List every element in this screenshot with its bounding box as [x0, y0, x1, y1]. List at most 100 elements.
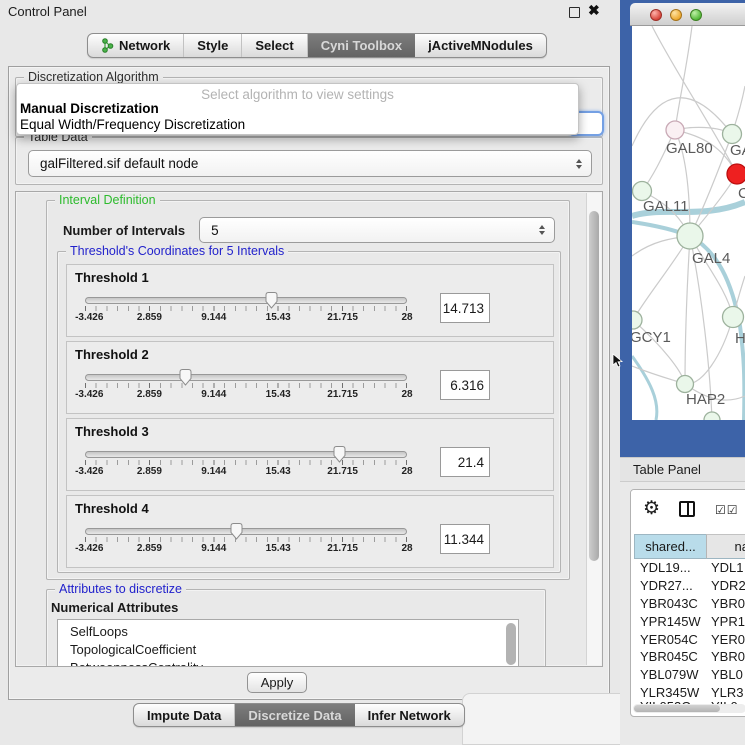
control-panel-window: Control Panel ✖ Network Style Select Cyn…	[0, 0, 618, 745]
list-item[interactable]: TopologicalCoefficient	[70, 641, 518, 659]
node-right[interactable]	[723, 307, 744, 328]
tab-impute-data[interactable]: Impute Data	[134, 704, 235, 726]
threshold-3-value-field[interactable]: 21.4	[440, 447, 490, 477]
tick-label: 15.43	[266, 389, 291, 400]
tick-label: 15.43	[266, 312, 291, 323]
close-icon[interactable]: ✖	[588, 2, 600, 19]
cell-shared-name[interactable]: YPR145W	[634, 614, 706, 629]
threshold-3-panel: Threshold 3 -3.426 2.859 9.144 1	[66, 418, 554, 491]
tab-network[interactable]: Network	[88, 34, 184, 57]
table-row[interactable]: YER054CYER0	[634, 630, 745, 648]
node-label-partial-c: C	[738, 185, 745, 202]
tab-cyni-toolbox[interactable]: Cyni Toolbox	[308, 34, 415, 57]
tab-label: Discretize Data	[248, 708, 341, 723]
node-selected-red[interactable]	[727, 164, 745, 184]
cell-name[interactable]: YBR0	[706, 596, 745, 611]
slider-thumb[interactable]	[332, 445, 347, 463]
threshold-1-slider[interactable]: -3.426 2.859 9.144 15.43 21.715 28	[85, 297, 407, 324]
close-traffic-light[interactable]	[650, 9, 662, 21]
slider-tick-labels: -3.426 2.859 9.144 15.43 21.715 28	[85, 543, 407, 555]
table-row[interactable]: YDL19...YDL1	[634, 559, 745, 577]
table-data-combobox[interactable]: galFiltered.sif default node	[28, 150, 592, 177]
numerical-attributes-list[interactable]: SelfLoops TopologicalCoefficient Between…	[57, 619, 519, 667]
slider-track[interactable]	[85, 374, 407, 381]
cell-name[interactable]: YLR3	[706, 685, 745, 700]
threshold-1-value-field[interactable]: 14.713	[440, 293, 490, 323]
tab-infer-network[interactable]: Infer Network	[355, 704, 464, 726]
scrollbar-thumb[interactable]	[589, 211, 599, 561]
node-bottom[interactable]	[704, 412, 720, 420]
tab-style[interactable]: Style	[184, 34, 242, 57]
float-window-button[interactable]	[569, 7, 580, 18]
node-hap2[interactable]	[677, 376, 694, 393]
node-gal80[interactable]	[666, 121, 684, 139]
spinner-arrows-icon[interactable]	[539, 225, 545, 235]
tick-label: 21.715	[327, 389, 358, 400]
table-row[interactable]: YBL079WYBL0	[634, 666, 745, 684]
cell-shared-name[interactable]: YBL079W	[634, 667, 706, 682]
tab-jactivemnodules[interactable]: jActiveMNodules	[415, 34, 546, 57]
cell-name[interactable]: YPR1	[706, 614, 745, 629]
minimize-traffic-light[interactable]	[670, 9, 682, 21]
settings-vertical-scrollbar[interactable]	[586, 193, 601, 665]
slider-thumb[interactable]	[229, 522, 244, 540]
network-graph: GAL80 GA C GAL11 GAL4 GCY1 H HAP2	[632, 26, 745, 420]
cell-name[interactable]: YDL1	[706, 560, 745, 575]
checkbox-icons[interactable]: ☑☑	[715, 503, 739, 517]
node-label-partial-h: H	[735, 330, 745, 347]
network-icon	[101, 38, 114, 53]
dropdown-option-equal-width[interactable]: Equal Width/Frequency Discretization	[17, 117, 578, 133]
slider-track[interactable]	[85, 528, 407, 535]
cell-shared-name[interactable]: YBR043C	[634, 596, 706, 611]
slider-thumb[interactable]	[264, 291, 279, 309]
apply-button[interactable]: Apply	[247, 672, 307, 693]
list-item[interactable]: BetweennessCentrality	[70, 659, 518, 667]
node-gal4[interactable]	[677, 223, 703, 249]
threshold-2-value-field[interactable]: 6.316	[440, 370, 490, 400]
slider-ticks	[85, 537, 407, 542]
threshold-3-slider[interactable]: -3.426 2.859 9.144 15.43 21.715 28	[85, 451, 407, 478]
tab-discretize-data[interactable]: Discretize Data	[235, 704, 354, 726]
table-row[interactable]: YLR345WYLR3	[634, 684, 745, 702]
cell-name[interactable]: YBL0	[706, 667, 745, 682]
cell-shared-name[interactable]: YDL19...	[634, 560, 706, 575]
table-row[interactable]: YBR045CYBR0	[634, 648, 745, 666]
network-canvas[interactable]: GAL80 GA C GAL11 GAL4 GCY1 H HAP2	[632, 26, 745, 420]
threshold-4-value-field[interactable]: 11.344	[440, 524, 490, 554]
columns-icon[interactable]	[679, 501, 695, 517]
table-row[interactable]: YBR043CYBR0	[634, 595, 745, 613]
node-top-right[interactable]	[723, 125, 742, 144]
dropdown-option-manual[interactable]: Manual Discretization	[17, 101, 578, 117]
tick-label: -3.426	[75, 389, 103, 400]
scrollbar-thumb[interactable]	[634, 705, 720, 712]
cell-name[interactable]: YDR2	[706, 578, 745, 593]
table-row[interactable]: YDR27...YDR2	[634, 577, 745, 595]
zoom-traffic-light[interactable]	[690, 9, 702, 21]
settings-scrollpane: Interval Definition Number of Intervals …	[15, 191, 603, 667]
cell-name[interactable]: YER0	[706, 632, 745, 647]
table-horizontal-scrollbar[interactable]	[633, 704, 745, 713]
column-header-shared[interactable]: shared...	[634, 534, 706, 559]
column-header-name[interactable]: na	[706, 534, 745, 559]
slider-track[interactable]	[85, 451, 407, 458]
cell-shared-name[interactable]: YER054C	[634, 632, 706, 647]
cell-shared-name[interactable]: YBR045C	[634, 649, 706, 664]
cell-shared-name[interactable]: YDR27...	[634, 578, 706, 593]
dropdown-prompt-option[interactable]: Select algorithm to view settings	[17, 84, 578, 101]
slider-track[interactable]	[85, 297, 407, 304]
table-row[interactable]: YPR145WYPR1	[634, 612, 745, 630]
cell-shared-name[interactable]: YLR345W	[634, 685, 706, 700]
control-panel-title: Control Panel	[8, 4, 87, 19]
list-item[interactable]: SelfLoops	[70, 623, 518, 641]
interval-definition-group: Interval Definition Number of Intervals …	[46, 200, 570, 580]
list-scrollbar-thumb[interactable]	[506, 623, 516, 665]
cell-name[interactable]: YBR0	[706, 649, 745, 664]
number-of-intervals-combobox[interactable]: 5	[199, 217, 555, 243]
threshold-label: Threshold 2	[75, 347, 545, 362]
threshold-2-slider[interactable]: -3.426 2.859 9.144 15.43 21.715 28	[85, 374, 407, 401]
gear-icon[interactable]: ⚙	[643, 497, 660, 520]
tab-select[interactable]: Select	[242, 34, 307, 57]
threshold-4-slider[interactable]: -3.426 2.859 9.144 15.43 21.715 28	[85, 528, 407, 555]
slider-thumb[interactable]	[178, 368, 193, 386]
spinner-arrows-icon[interactable]	[576, 159, 582, 169]
